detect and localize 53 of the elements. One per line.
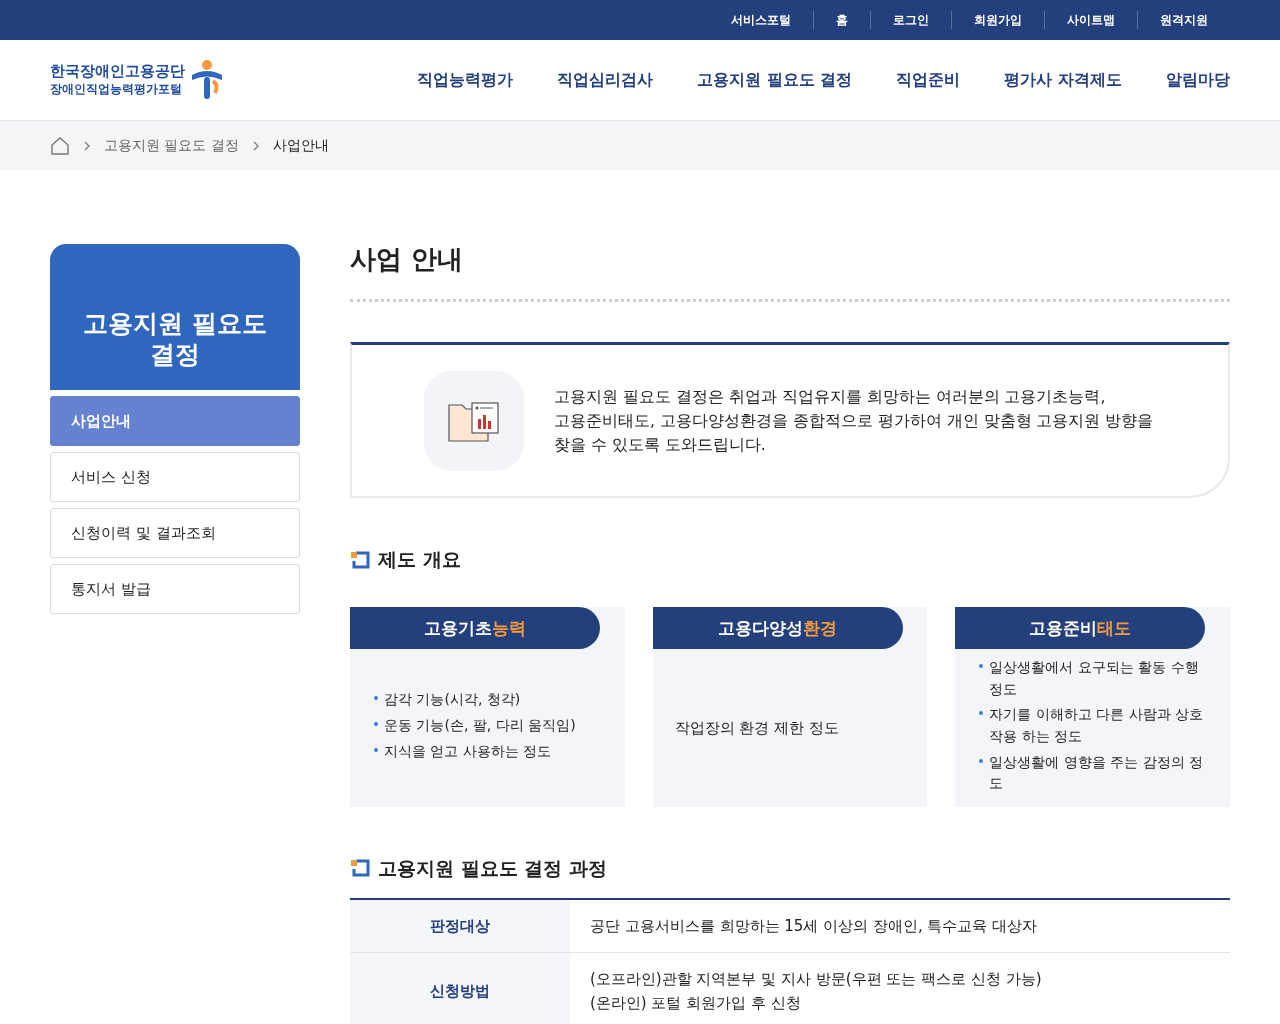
cell-text: (온라인) 포털 회원가입 후 신청: [590, 992, 802, 1014]
chevron-icon: [252, 140, 259, 151]
card-text: 작업장의 환경 제한 정도: [674, 717, 839, 739]
bullet-icon: [374, 696, 378, 701]
list-item: 운동 기능(손, 팔, 다리 움직임): [372, 715, 576, 737]
nav-link[interactable]: 알림마당: [1166, 68, 1230, 92]
top-link[interactable]: 사이트맵: [1044, 11, 1137, 29]
breadcrumb-current[interactable]: 사업안내: [272, 135, 329, 156]
list-item: 자기를 이해하고 다른 사람과 상호 작용 하는 정도: [977, 704, 1208, 748]
section-bullet-icon: [350, 859, 370, 878]
logo-subtitle: 장애인직업능력평가포털: [50, 81, 183, 98]
card-title: 고용기초능력: [350, 607, 600, 649]
section-heading: 제도 개요: [378, 548, 461, 571]
nav-link[interactable]: 직업준비: [896, 68, 961, 92]
card-title: 고용다양성환경: [652, 607, 903, 649]
nav-link[interactable]: 직업능력평가: [417, 68, 514, 92]
list-item: 일상생활에 영향을 주는 감정의 정도: [977, 751, 1208, 796]
bullet-icon: [979, 758, 984, 763]
top-link[interactable]: 회원가입: [951, 11, 1044, 29]
card-title: 고용준비태도: [955, 607, 1206, 649]
row-label: 신청방법: [350, 952, 570, 1024]
list-item: 지식을 얻고 사용하는 정도: [372, 740, 576, 763]
bullet-icon: [374, 747, 378, 752]
sidebar-title: 고용지원 필요도 결정: [50, 244, 300, 390]
bullet-icon: [979, 663, 984, 668]
sidebar-item[interactable]: 서비스 신청: [50, 452, 300, 502]
nav-link[interactable]: 직업심리검사: [557, 68, 654, 92]
nav-link[interactable]: 평가사 자격제도: [1004, 68, 1122, 92]
nav-link[interactable]: 고용지원 필요도 결정: [697, 68, 853, 92]
list-item: 일상생활에서 요구되는 활동 수행 정도: [977, 656, 1208, 701]
chevron-icon: [84, 140, 90, 151]
breadcrumb-link[interactable]: 고용지원 필요도 결정: [104, 135, 239, 156]
top-link[interactable]: 서비스포털: [709, 11, 813, 29]
bullet-icon: [374, 722, 378, 727]
intro-text: 고용지원 필요도 결정은 취업과 직업유지를 희망하는 여러분의 고용기초능력, 고용준비태도, 고용다양성환경을 종합적으로 평가하여 개인 맞춤형 고용지원 방향을 찾을 수 있도록 도와드립니다.: [554, 386, 1154, 456]
sidebar-item[interactable]: 사업안내: [50, 396, 300, 446]
top-link[interactable]: 원격지원: [1137, 11, 1230, 29]
top-link[interactable]: 홈: [813, 11, 870, 29]
home-icon[interactable]: [50, 136, 70, 155]
cell-text: (오프라인)관할 지역본부 및 지사 방문(우편 또는 팩스로 신청 가능): [590, 968, 1043, 990]
logo-title: 한국장애인고용공단: [50, 62, 185, 80]
page-title: 사업 안내: [350, 244, 465, 276]
logo-icon: [189, 59, 225, 101]
sidebar-item[interactable]: 통지서 발급: [50, 564, 300, 614]
section-heading: 고용지원 필요도 결정 과정: [378, 857, 607, 880]
row-label: 판정대상: [350, 898, 570, 953]
list-item: 감각 기능(시각, 청각): [372, 689, 576, 712]
section-bullet-icon: [350, 550, 370, 569]
sidebar-item[interactable]: 신청이력 및 결과조회: [50, 508, 300, 558]
folder-chart-icon: [424, 370, 524, 471]
bullet-icon: [979, 711, 984, 716]
top-link[interactable]: 로그인: [870, 11, 951, 29]
cell-text: 공단 고용서비스를 희망하는 15세 이상의 장애인, 특수교육 대상자: [590, 915, 1039, 937]
